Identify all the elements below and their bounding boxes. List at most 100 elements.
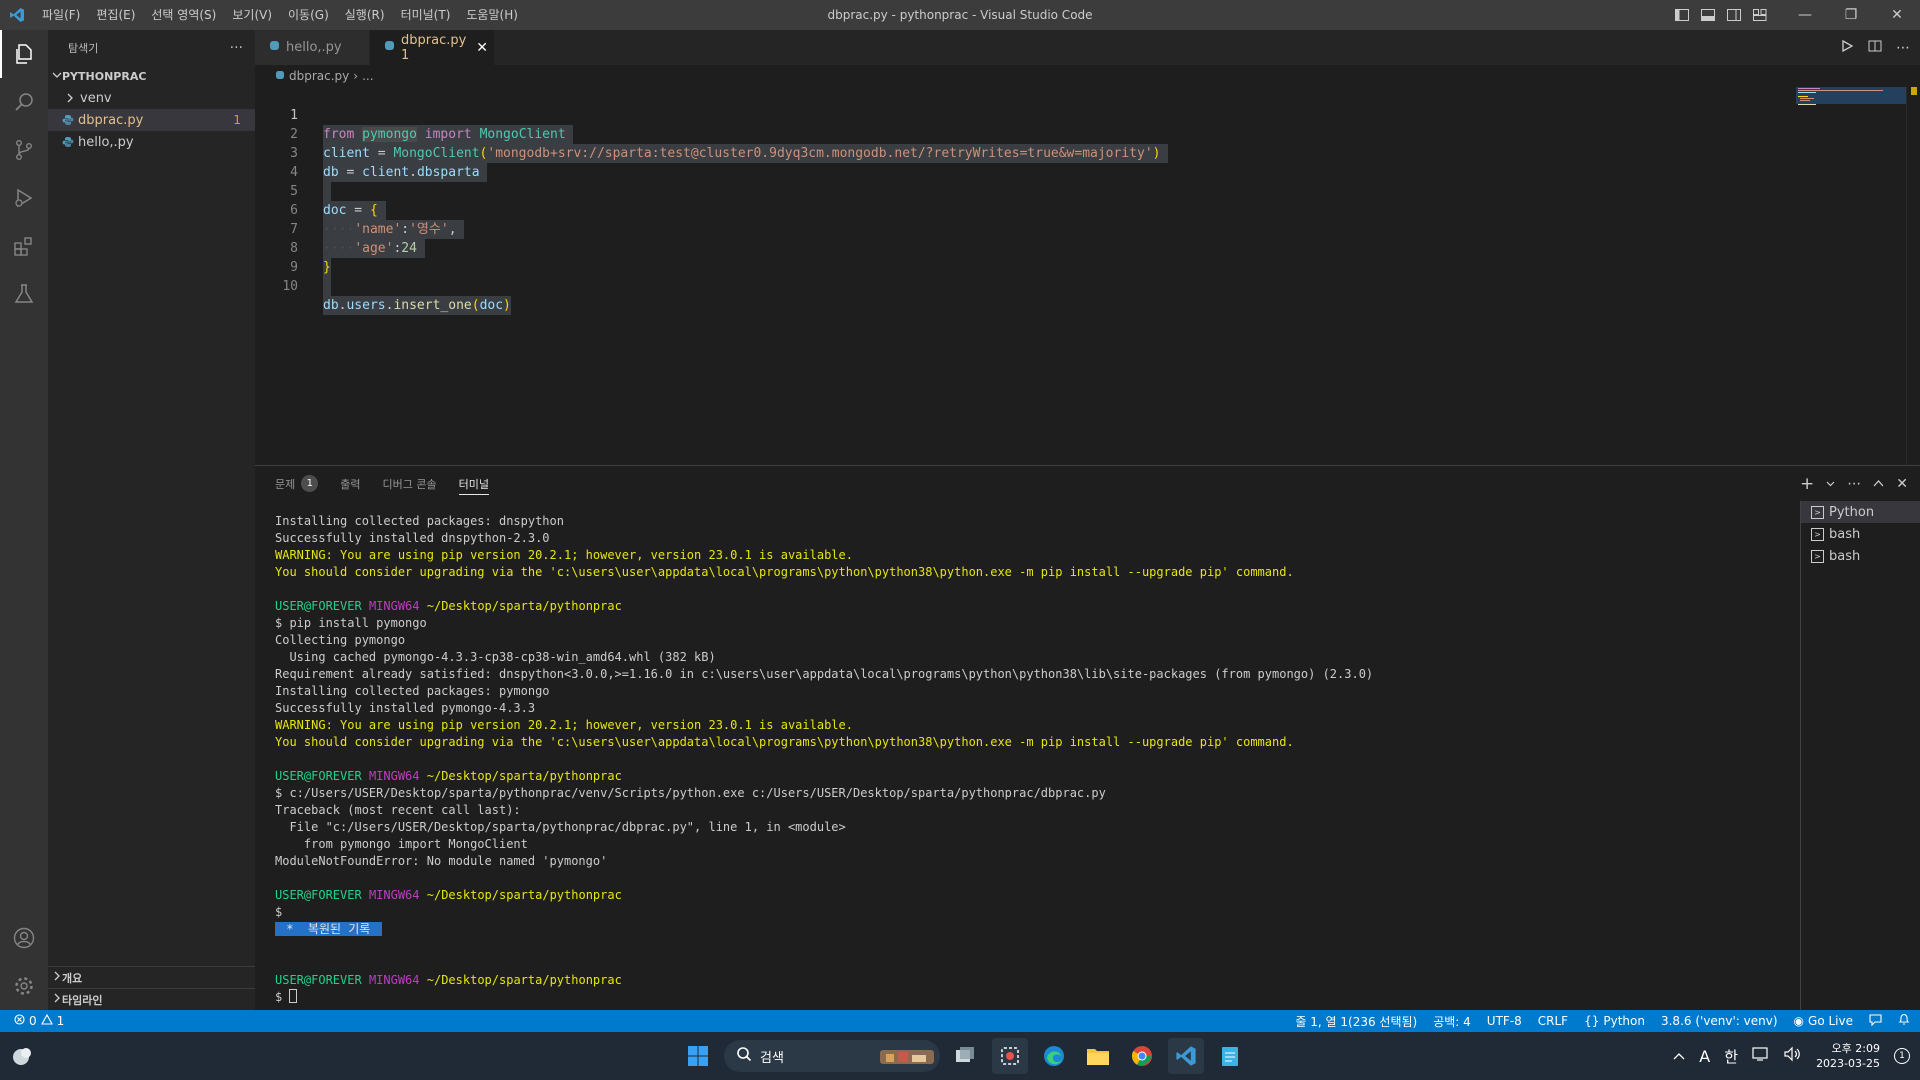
terminal-icon: > xyxy=(1811,549,1824,563)
task-view-icon[interactable] xyxy=(948,1038,984,1074)
language-mode[interactable]: {} Python xyxy=(1584,1014,1645,1028)
weather-widget-icon[interactable] xyxy=(10,1044,34,1068)
notifications-bell-icon[interactable] xyxy=(1898,1013,1910,1029)
chrome-browser-icon[interactable] xyxy=(1124,1038,1160,1074)
prompt-env: MINGW64 xyxy=(368,599,420,613)
breadcrumb-symbols[interactable]: ... xyxy=(362,69,373,83)
menu-run[interactable]: 실행(R) xyxy=(337,0,393,30)
toggle-panel-icon[interactable] xyxy=(1700,7,1716,23)
menu-edit[interactable]: 편집(E) xyxy=(88,0,143,30)
sidebar-item-venv[interactable]: venv xyxy=(48,87,255,109)
minimize-button[interactable]: — xyxy=(1782,0,1828,30)
sidebar-item-dbprac[interactable]: dbprac.py 1 xyxy=(48,109,255,131)
notification-count-badge[interactable]: 1 xyxy=(1894,1048,1910,1064)
taskbar-search-box[interactable]: 검색 xyxy=(724,1040,940,1072)
close-window-button[interactable]: ✕ xyxy=(1874,0,1920,30)
menu-file[interactable]: 파일(F) xyxy=(34,0,88,30)
code-editor[interactable]: 1 from pymongo import MongoClient 2 clie… xyxy=(255,87,1920,465)
terminal-item-bash[interactable]: > bash xyxy=(1801,523,1920,545)
ime-mode-indicator[interactable]: A xyxy=(1699,1047,1710,1066)
close-tab-icon[interactable]: ✕ xyxy=(476,40,488,56)
ime-language-indicator[interactable]: 한 xyxy=(1724,1046,1738,1067)
menu-view[interactable]: 보기(V) xyxy=(224,0,280,30)
sidebar-more-button[interactable]: ··· xyxy=(230,40,243,56)
restore-button[interactable]: ❐ xyxy=(1828,0,1874,30)
tab-terminal[interactable]: 터미널 xyxy=(458,466,490,501)
feedback-icon[interactable] xyxy=(1869,1013,1882,1029)
menu-selection[interactable]: 선택 영역(S) xyxy=(143,0,224,30)
chevron-up-icon[interactable] xyxy=(1673,1049,1685,1064)
system-clock[interactable]: 오후 2:09 2023-03-25 xyxy=(1816,1041,1880,1071)
terminal-line: Requirement already satisfied: dnspython… xyxy=(275,667,1374,681)
run-debug-icon[interactable] xyxy=(0,174,48,222)
python-interpreter[interactable]: 3.8.6 ('venv': venv) xyxy=(1661,1014,1778,1028)
terminal-item-bash[interactable]: > bash xyxy=(1801,545,1920,567)
terminal-item-python[interactable]: > Python xyxy=(1801,501,1920,523)
settings-gear-icon[interactable] xyxy=(0,962,48,1010)
line-number: 10 xyxy=(282,279,298,294)
source-control-icon[interactable] xyxy=(0,126,48,174)
prompt-env: MINGW64 xyxy=(368,973,420,987)
code-token: 'age' xyxy=(354,241,394,256)
code-token: insert_one xyxy=(393,298,472,313)
outline-section-header[interactable]: 개요 xyxy=(48,966,255,988)
explorer-icon[interactable] xyxy=(0,30,48,78)
extensions-icon[interactable] xyxy=(0,222,48,270)
terminal-line: from pymongo import MongoClient xyxy=(275,837,528,851)
network-icon[interactable] xyxy=(1752,1046,1770,1066)
cursor-position[interactable]: 줄 1, 열 1(236 선택됨) xyxy=(1295,1013,1417,1030)
tab-output[interactable]: 출력 xyxy=(340,466,360,501)
testing-icon[interactable] xyxy=(0,270,48,318)
problems-status[interactable]: 0 1 xyxy=(0,1013,64,1028)
indentation[interactable]: 공백: 4 xyxy=(1433,1013,1471,1030)
toggle-secondary-sidebar-icon[interactable] xyxy=(1726,7,1742,23)
language-label: Python xyxy=(1603,1014,1645,1028)
folder-section-header[interactable]: PYTHONPRAC xyxy=(48,65,255,87)
restored-history-marker: * 복원된 기록 xyxy=(275,922,382,936)
maximize-panel-icon[interactable] xyxy=(1873,476,1884,492)
terminal-output[interactable]: Installing collected packages: dnspython… xyxy=(275,513,1705,1006)
encoding[interactable]: UTF-8 xyxy=(1487,1014,1522,1028)
minimap[interactable] xyxy=(1796,87,1906,107)
snipping-tool-icon[interactable] xyxy=(992,1038,1028,1074)
toggle-sidebar-icon[interactable] xyxy=(1674,7,1690,23)
more-actions-icon[interactable]: ⋯ xyxy=(1847,476,1861,492)
tab-output-label: 출력 xyxy=(340,477,361,491)
terminal-cursor xyxy=(289,989,298,1003)
customize-layout-icon[interactable] xyxy=(1752,7,1768,23)
tab-problems[interactable]: 문제 1 xyxy=(275,466,319,501)
tab-debug-console[interactable]: 디버그 콘솔 xyxy=(383,466,437,501)
vscode-taskbar-icon[interactable] xyxy=(1168,1038,1204,1074)
volume-icon[interactable] xyxy=(1784,1046,1802,1066)
menu-help[interactable]: 도움말(H) xyxy=(458,0,526,30)
new-terminal-icon[interactable]: + xyxy=(1800,474,1814,494)
start-button-icon[interactable] xyxy=(680,1038,716,1074)
code-token: MongoClient xyxy=(479,127,566,142)
timeline-label: 타임라인 xyxy=(62,993,103,1007)
sidebar-item-hello[interactable]: hello,.py xyxy=(48,131,255,153)
file-explorer-icon[interactable] xyxy=(1080,1038,1116,1074)
menu-terminal[interactable]: 터미널(T) xyxy=(393,0,459,30)
run-python-file-icon[interactable] xyxy=(1840,38,1854,57)
tab-dbprac[interactable]: dbprac.py 1 ✕ xyxy=(370,30,495,65)
edge-browser-icon[interactable] xyxy=(1036,1038,1072,1074)
code-token: } xyxy=(323,260,331,275)
breadcrumb-file[interactable]: dbprac.py xyxy=(289,69,349,83)
editor-scrollbar[interactable] xyxy=(1906,87,1920,465)
notepad-icon[interactable] xyxy=(1212,1038,1248,1074)
terminal-input-line[interactable]: $ xyxy=(275,989,1705,1006)
menu-go[interactable]: 이동(G) xyxy=(280,0,337,30)
search-icon[interactable] xyxy=(0,78,48,126)
chevron-down-icon[interactable] xyxy=(1826,476,1835,492)
terminal-line: You should consider upgrading via the 'c… xyxy=(275,565,1294,579)
tab-hello[interactable]: hello,.py xyxy=(255,30,370,65)
go-live-button[interactable]: ◉ Go Live xyxy=(1794,1014,1853,1028)
timeline-section-header[interactable]: 타임라인 xyxy=(48,988,255,1010)
split-editor-icon[interactable] xyxy=(1868,38,1882,57)
line-ending[interactable]: CRLF xyxy=(1538,1014,1568,1028)
more-actions-icon[interactable]: ⋯ xyxy=(1896,40,1910,56)
accounts-icon[interactable] xyxy=(0,914,48,962)
search-icon xyxy=(736,1046,752,1066)
explorer-sidebar: 탐색기 ··· PYTHONPRAC venv dbprac.py 1 hell… xyxy=(48,30,255,1010)
close-panel-icon[interactable]: ✕ xyxy=(1896,476,1908,492)
